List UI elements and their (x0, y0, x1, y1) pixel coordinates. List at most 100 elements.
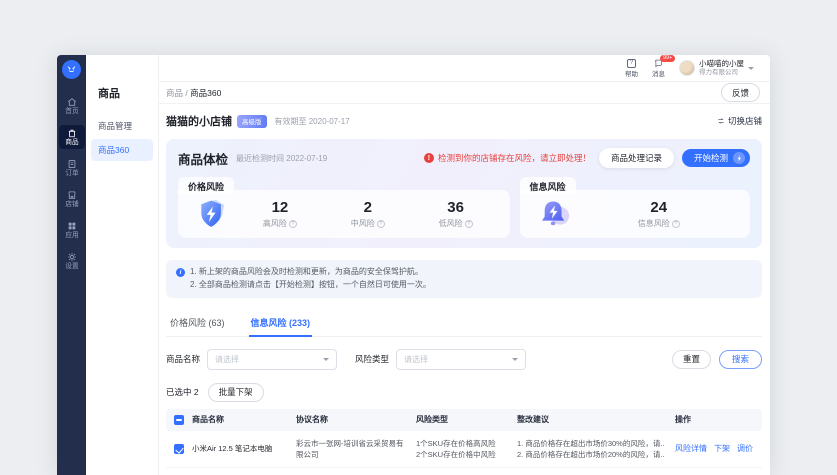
nav-item-apps[interactable]: 应用 (59, 218, 85, 242)
risk-tabs: 价格风险 (63) 信息风险 (233) (166, 312, 762, 337)
company-name: 得力有限公司 (699, 69, 744, 77)
product-name-select[interactable]: 请选择 (207, 349, 337, 370)
info-risk-title: 信息风险 (520, 177, 576, 194)
stat-high-risk: 12 高风险? (236, 199, 324, 229)
nav-item-home[interactable]: 首页 (59, 94, 85, 118)
app-window: 首页 商品 订单 店铺 应用 设置 商品 商品管理 商品360 (57, 55, 770, 475)
submenu-item-goods-management[interactable]: 商品管理 (91, 115, 153, 137)
page-content: 猫猫的小店铺 高级版 有效期至 2020-07-17 切换店铺 商品体检 最近检… (159, 104, 770, 475)
user-name: 小喵喵的小屋 (699, 59, 744, 68)
help-tooltip-icon[interactable]: ? (289, 220, 297, 228)
batch-offshelf-button[interactable]: 批量下架 (208, 383, 264, 402)
price-risk-title: 价格风险 (178, 177, 234, 194)
col-product-name: 商品名称 (192, 414, 296, 426)
shield-lightning-icon (194, 198, 230, 230)
process-records-button[interactable]: 商品处理记录 (599, 148, 674, 168)
help-icon: ? (627, 59, 636, 68)
unread-count-badge: 99+ (660, 55, 675, 62)
main-area: ? 帮助 99+ 消息 小喵喵的小屋 得力有限公司 商品 (159, 55, 770, 475)
chevron-down-icon (512, 358, 518, 361)
risk-table: 商品名称 协议名称 风险类型 整改建议 操作 小米Air 12.5 笔记本电脑 … (166, 409, 762, 475)
nav-item-label: 设置 (65, 263, 78, 271)
selected-count: 已选中 2 (166, 386, 199, 398)
secondary-sidebar: 商品 商品管理 商品360 (86, 55, 159, 475)
primary-sidebar: 首页 商品 订单 店铺 应用 设置 (57, 55, 86, 475)
storefront-icon (67, 190, 77, 200)
switch-shop-button[interactable]: 切换店铺 (717, 115, 762, 127)
avatar (679, 60, 695, 76)
app-logo[interactable] (62, 60, 81, 79)
nav-item-label: 首页 (65, 108, 78, 116)
apps-grid-icon (67, 221, 77, 231)
col-risk-type: 风险类型 (416, 414, 517, 426)
nav-item-label: 店铺 (65, 201, 78, 209)
search-button[interactable]: 搜索 (719, 350, 762, 369)
messages-label: 消息 (652, 68, 665, 78)
lightning-icon (733, 152, 745, 164)
shop-header: 猫猫的小店铺 高级版 有效期至 2020-07-17 切换店铺 (166, 111, 762, 131)
goods-icon (67, 128, 77, 138)
nav-item-orders[interactable]: 订单 (59, 156, 85, 180)
alert-icon: ! (424, 153, 434, 163)
help-button[interactable]: ? 帮助 (625, 59, 638, 78)
product-name: 小米Air 12.5 笔记本电脑 (192, 443, 296, 454)
info-risk-panel: 信息风险 24 信息风险? (520, 190, 750, 238)
validity-text: 有效期至 2020-07-17 (275, 116, 350, 127)
swap-icon (717, 117, 725, 125)
risk-detail-link[interactable]: 风险详情 (675, 443, 707, 454)
stat-medium-risk: 2 中风险? (324, 199, 412, 229)
breadcrumb-parent[interactable]: 商品 (166, 88, 183, 98)
info-icon: i (176, 268, 185, 277)
suggestion: 1. 商品价格存在超出市场价30%的风险，请... 2. 商品价格存在超出市场价… (517, 438, 675, 461)
selection-bar: 已选中 2 批量下架 (166, 383, 762, 402)
notice-line: 2. 全部商品检测请点击【开始检测】按钮，一个自然日可使用一次。 (190, 279, 431, 292)
tab-info-risk[interactable]: 信息风险 (233) (249, 312, 313, 337)
orders-icon (67, 159, 77, 169)
breadcrumb: 商品 / 商品360 (166, 87, 221, 99)
help-label: 帮助 (625, 68, 638, 78)
account-menu[interactable]: 小喵喵的小屋 得力有限公司 (679, 59, 754, 77)
table-header: 商品名称 协议名称 风险类型 整改建议 操作 (166, 409, 762, 431)
nav-item-settings[interactable]: 设置 (59, 249, 85, 273)
price-risk-panel: 价格风险 12 高风险? 2 (178, 190, 510, 238)
mascot-logo-icon (65, 63, 78, 76)
health-check-title: 商品体检 (178, 149, 228, 168)
row-checkbox[interactable] (174, 444, 184, 454)
nav-item-shop[interactable]: 店铺 (59, 187, 85, 211)
help-tooltip-icon[interactable]: ? (672, 220, 680, 228)
help-tooltip-icon[interactable]: ? (465, 220, 473, 228)
breadcrumb-current: 商品360 (190, 88, 221, 98)
agreement-name: 彩云市一张网-培训省云采贸易有限公司 (296, 438, 416, 461)
filter-bar: 商品名称 请选择 风险类型 请选择 重置 搜索 (166, 349, 762, 370)
row-actions: 风险详情 下架 调价 (675, 443, 762, 454)
nav-item-goods[interactable]: 商品 (59, 125, 85, 149)
health-check-card: 商品体检 最近检测时间 2022-07-19 ! 检测到你的店铺存在风险，请立即… (166, 139, 762, 248)
info-notice: i 1. 新上架的商品风险会及时检测和更新，为商品的安全保驾护航。 2. 全部商… (166, 260, 762, 298)
submenu-title: 商品 (86, 85, 158, 101)
start-check-button[interactable]: 开始检测 (682, 149, 750, 167)
reset-button[interactable]: 重置 (672, 350, 711, 369)
col-agreement-name: 协议名称 (296, 414, 416, 426)
tab-price-risk[interactable]: 价格风险 (63) (168, 312, 227, 336)
topbar: ? 帮助 99+ 消息 小喵喵的小屋 得力有限公司 (159, 55, 770, 82)
help-tooltip-icon[interactable]: ? (377, 220, 385, 228)
notice-line: 1. 新上架的商品风险会及时检测和更新，为商品的安全保驾护航。 (190, 266, 431, 279)
risk-type: 1个SKU存在价格高风险 2个SKU存在价格中风险 (416, 438, 517, 461)
submenu-item-goods-360[interactable]: 商品360 (91, 139, 153, 161)
col-suggestion: 整改建议 (517, 414, 675, 426)
shop-name: 猫猫的小店铺 (166, 113, 232, 129)
stat-low-risk: 36 低风险? (412, 199, 500, 229)
home-icon (67, 97, 77, 107)
nav-item-label: 应用 (65, 232, 78, 240)
risk-type-select[interactable]: 请选择 (396, 349, 526, 370)
select-all-checkbox[interactable] (174, 415, 184, 425)
risk-type-label: 风险类型 (355, 353, 389, 365)
messages-button[interactable]: 99+ 消息 (652, 59, 665, 78)
feedback-button[interactable]: 反馈 (721, 83, 760, 102)
offshelf-link[interactable]: 下架 (714, 443, 730, 454)
adjust-price-link[interactable]: 调价 (737, 443, 753, 454)
last-check-time: 最近检测时间 2022-07-19 (236, 153, 327, 164)
breadcrumb-row: 商品 / 商品360 反馈 (159, 82, 770, 104)
table-row: 小米 i5-11300H 笔记本电脑 关于滇塘县-打印机-框架协议的项目-培训省… (166, 468, 762, 475)
chevron-down-icon (323, 358, 329, 361)
